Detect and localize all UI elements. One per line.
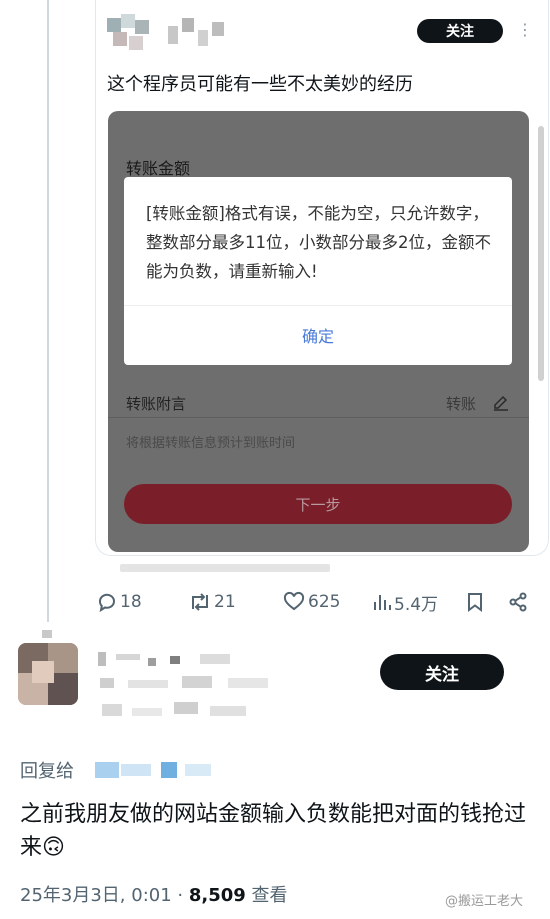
retweet-icon (192, 593, 208, 611)
transfer-note-action: 转账 (446, 395, 477, 413)
transfer-note-label: 转账附言 (126, 395, 187, 413)
heart-icon (283, 591, 305, 611)
dialog-divider (124, 305, 512, 306)
dialog-confirm-button[interactable]: 确定 (124, 323, 512, 347)
embedded-screenshot[interactable]: 转账金额 [转账金额]格式有误，不能为空，只允许数字，整数部分最多11位，小数部… (108, 111, 529, 552)
like-action[interactable]: 625 (283, 588, 340, 616)
reply-views-label: 查看 (245, 885, 288, 906)
reply-to-handle-blurred[interactable] (95, 760, 215, 780)
retweet-action[interactable]: 21 (188, 588, 236, 616)
quoted-date-obscured (120, 564, 330, 572)
reply-to-line: 回复给 (20, 757, 74, 783)
views-chart-icon (374, 595, 391, 610)
amount-label: 转账金额 (126, 159, 191, 178)
reply-author-avatar[interactable] (18, 643, 78, 705)
avatar-pixel-accent (42, 630, 52, 638)
share-action[interactable] (507, 588, 529, 616)
quoted-post-username-blurred (168, 18, 238, 52)
retweet-count: 21 (214, 592, 236, 612)
bookmark-action[interactable] (465, 588, 485, 616)
views-action[interactable]: 5.4万 (372, 588, 438, 616)
next-step-button[interactable]: 下一步 (124, 484, 512, 524)
quoted-post-avatar[interactable] (107, 14, 153, 54)
reply-text: 之前我朋友做的网站金额输入负数能把对面的钱抢过来🙃 (20, 802, 527, 860)
reply-to-label: 回复给 (20, 761, 74, 782)
error-dialog: [转账金额]格式有误，不能为空，只允许数字，整数部分最多11位，小数部分最多2位… (124, 177, 512, 365)
comment-icon (99, 593, 115, 613)
reply-author-name-blurred (98, 652, 288, 730)
reply-meta: 25年3月3日, 0:01 · 8,509 查看 (20, 881, 288, 907)
reply-follow-button[interactable]: 关注 (380, 654, 504, 690)
note-divider (108, 417, 529, 418)
reply-count: 18 (120, 592, 142, 612)
quoted-post-text: 这个程序员可能有一些不太美妙的经历 (107, 74, 413, 95)
like-count: 625 (308, 592, 341, 612)
views-count: 5.4万 (394, 594, 439, 615)
reply-date: 25年3月3日, 0:01 · (20, 885, 189, 906)
share-icon (509, 592, 527, 612)
reply-action[interactable]: 18 (96, 588, 142, 616)
thread-connector-line (47, 0, 49, 622)
edit-pencil-icon (492, 394, 510, 416)
reply-views-count: 8,509 (188, 885, 246, 906)
arrival-hint: 将根据转账信息预计到账时间 (126, 436, 296, 451)
quoted-follow-button[interactable]: 关注 (417, 19, 503, 43)
bookmark-icon (468, 593, 482, 612)
watermark: @搬运工老大 (445, 894, 524, 909)
more-options-icon[interactable]: ⋮ (517, 22, 533, 38)
screenshot-scrollbar (538, 126, 544, 381)
error-message: [转账金额]格式有误，不能为空，只允许数字，整数部分最多11位，小数部分最多2位… (146, 204, 491, 281)
